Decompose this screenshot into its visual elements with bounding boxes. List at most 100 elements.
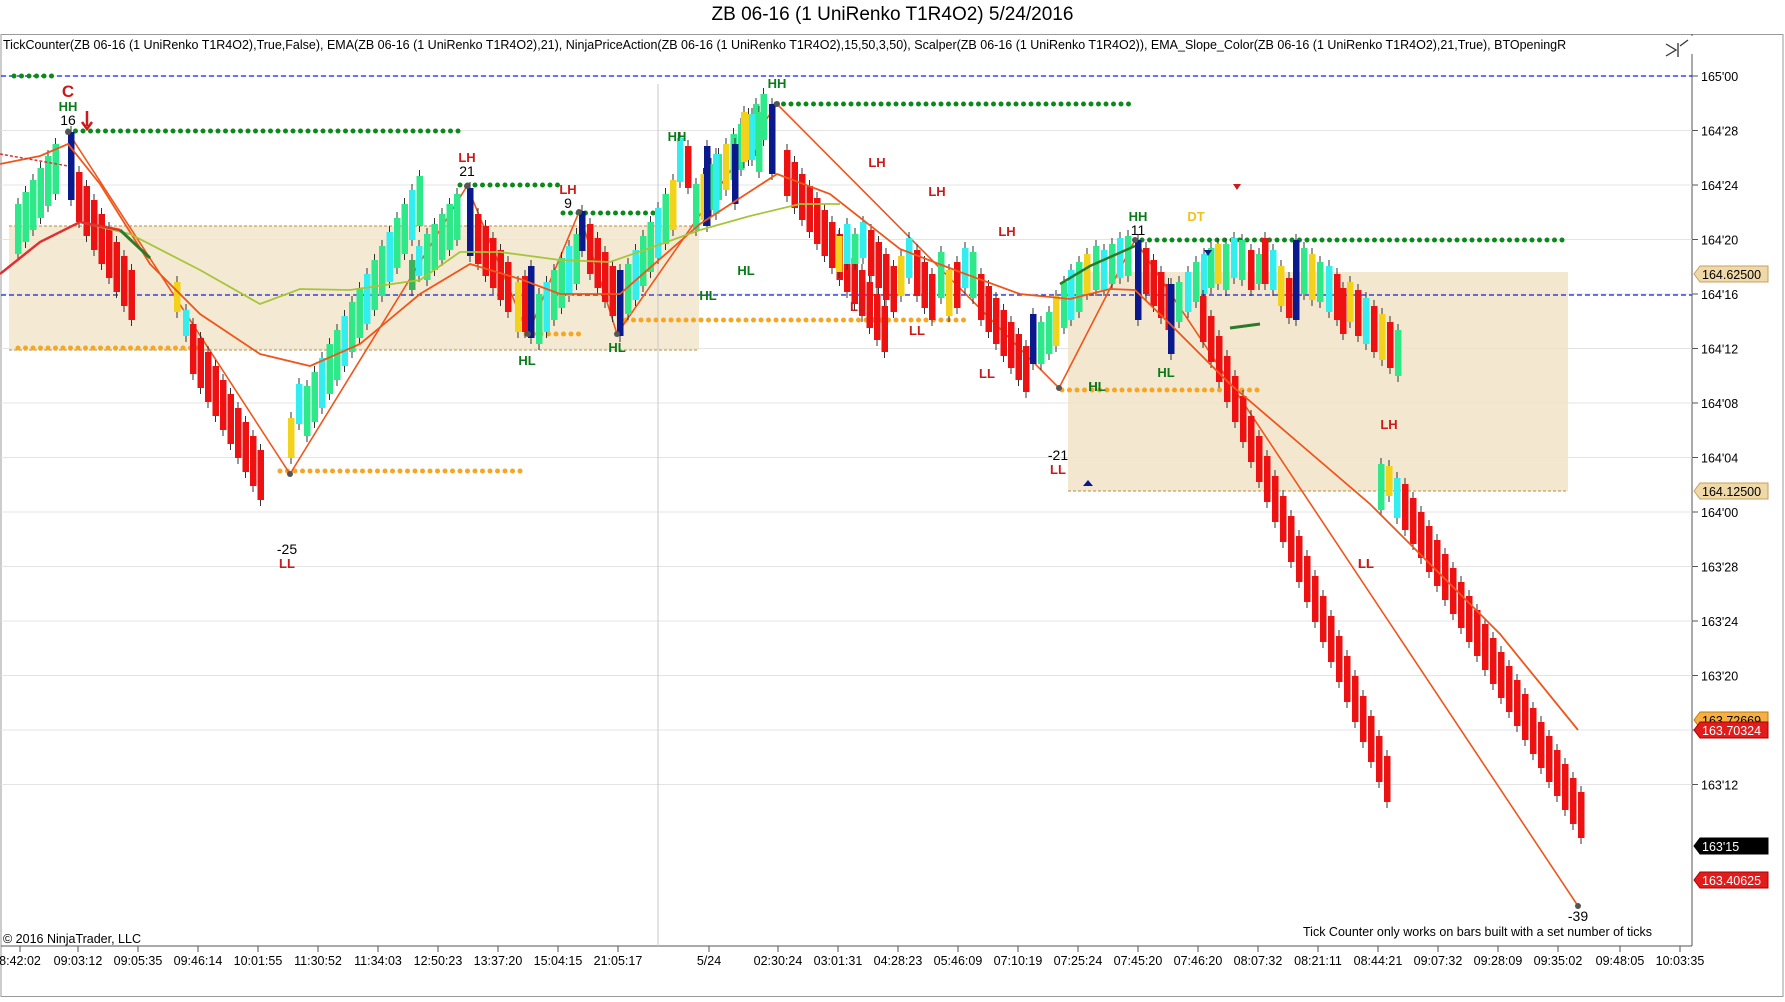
- level-dot: [1247, 387, 1252, 393]
- renko-bar: [1223, 244, 1230, 290]
- renko-bar: [1193, 262, 1200, 302]
- x-tick-label: 5/24: [697, 954, 721, 968]
- renko-bar: [1498, 652, 1505, 698]
- level-dot: [788, 101, 794, 107]
- price-badge-text: 163'15: [1702, 840, 1739, 854]
- renko-bar: [326, 344, 333, 394]
- level-dot: [721, 317, 726, 323]
- level-dot: [1118, 101, 1124, 107]
- level-dot: [833, 101, 839, 107]
- level-dot: [403, 128, 408, 134]
- level-dot: [683, 317, 689, 323]
- level-dot: [143, 345, 148, 351]
- level-dot: [1364, 237, 1370, 243]
- renko-bar: [356, 288, 363, 338]
- y-tick-label: 164'20: [1701, 234, 1738, 248]
- renko-bar: [1434, 540, 1441, 586]
- level-dot: [53, 345, 58, 351]
- level-dot: [465, 468, 470, 474]
- level-dot: [1319, 237, 1325, 243]
- level-dot: [1274, 237, 1280, 243]
- level-dot: [128, 345, 133, 351]
- swing-label: HH: [768, 76, 787, 91]
- x-tick-label: 8:42:02: [0, 954, 41, 968]
- level-dot: [781, 101, 786, 107]
- level-dot: [1199, 237, 1205, 243]
- level-dot: [90, 345, 96, 351]
- renko-bar: [821, 210, 828, 256]
- y-tick-label: 164'00: [1701, 506, 1738, 520]
- level-dot: [1202, 387, 1207, 393]
- level-dot: [330, 468, 335, 474]
- level-dot: [1103, 101, 1109, 107]
- level-dot: [743, 317, 749, 323]
- level-dot: [1126, 101, 1131, 107]
- renko-bar: [1296, 536, 1303, 582]
- level-dot: [113, 345, 118, 351]
- level-dot: [495, 468, 500, 474]
- level-dot: [1522, 237, 1527, 243]
- renko-bar: [1061, 282, 1068, 328]
- level-dot: [275, 128, 281, 134]
- renko-bar: [749, 114, 756, 160]
- renko-bar: [1158, 272, 1165, 318]
- level-dot: [998, 101, 1004, 107]
- level-dot: [1043, 101, 1049, 107]
- x-tick-label: 02:30:24: [754, 954, 803, 968]
- level-dot: [646, 317, 651, 323]
- renko-bar: [497, 250, 504, 300]
- renko-bar: [1410, 498, 1417, 544]
- level-dot: [661, 317, 666, 323]
- level-dot: [1036, 101, 1041, 107]
- level-dot: [938, 317, 944, 323]
- level-dot: [908, 317, 914, 323]
- level-dot: [487, 468, 493, 474]
- level-dot: [788, 317, 794, 323]
- chart-canvas[interactable]: CHH16LH21LH9HHHHLHLHLHHH11DTHLHLHLHLHLHL…: [0, 34, 1785, 1000]
- level-dot: [968, 101, 974, 107]
- level-dot: [1021, 101, 1026, 107]
- renko-bar: [1185, 272, 1192, 312]
- renko-bar: [1038, 322, 1045, 364]
- chart-panel[interactable]: C HH 16 LH 21 LH 9 HH HH LH LH LH HH 11 DT HL HL HL HL HL HL…: [0, 34, 1785, 1000]
- renko-bar: [587, 224, 594, 274]
- renko-bar: [1046, 312, 1053, 354]
- renko-bar: [227, 394, 234, 444]
- swing-label: -21: [1048, 447, 1068, 463]
- renko-bar: [1301, 248, 1308, 294]
- x-tick-label: 10:01:55: [234, 954, 283, 968]
- renko-bar: [890, 266, 897, 312]
- level-dot: [826, 101, 831, 107]
- renko-bar: [220, 380, 227, 430]
- renko-bar: [799, 174, 806, 220]
- level-dot: [751, 317, 756, 323]
- level-dot: [105, 345, 111, 351]
- renko-bar: [1286, 278, 1293, 318]
- level-dot: [1169, 237, 1175, 243]
- level-dot: [826, 317, 831, 323]
- renko-bar: [640, 236, 647, 286]
- renko-bar: [1280, 496, 1287, 542]
- pivot-dot: [774, 101, 780, 107]
- renko-bar: [76, 172, 83, 222]
- x-tick-label: 21:05:17: [594, 954, 643, 968]
- level-dot: [178, 128, 183, 134]
- level-dot: [41, 73, 47, 79]
- level-dot: [410, 128, 416, 134]
- renko-bar: [836, 236, 843, 272]
- renko-bar: [98, 214, 105, 264]
- level-dot: [140, 128, 146, 134]
- level-dot: [1184, 237, 1190, 243]
- level-dot: [83, 345, 88, 351]
- level-dot: [375, 468, 380, 474]
- level-dot: [635, 210, 641, 216]
- renko-bar: [1278, 266, 1285, 306]
- level-dot: [848, 101, 854, 107]
- level-dot: [1312, 237, 1317, 243]
- level-dot: [1051, 101, 1056, 107]
- renko-bar: [409, 260, 416, 290]
- level-dot: [1342, 237, 1347, 243]
- renko-bar: [1030, 314, 1037, 364]
- level-dot: [916, 317, 921, 323]
- renko-bar: [1117, 238, 1124, 278]
